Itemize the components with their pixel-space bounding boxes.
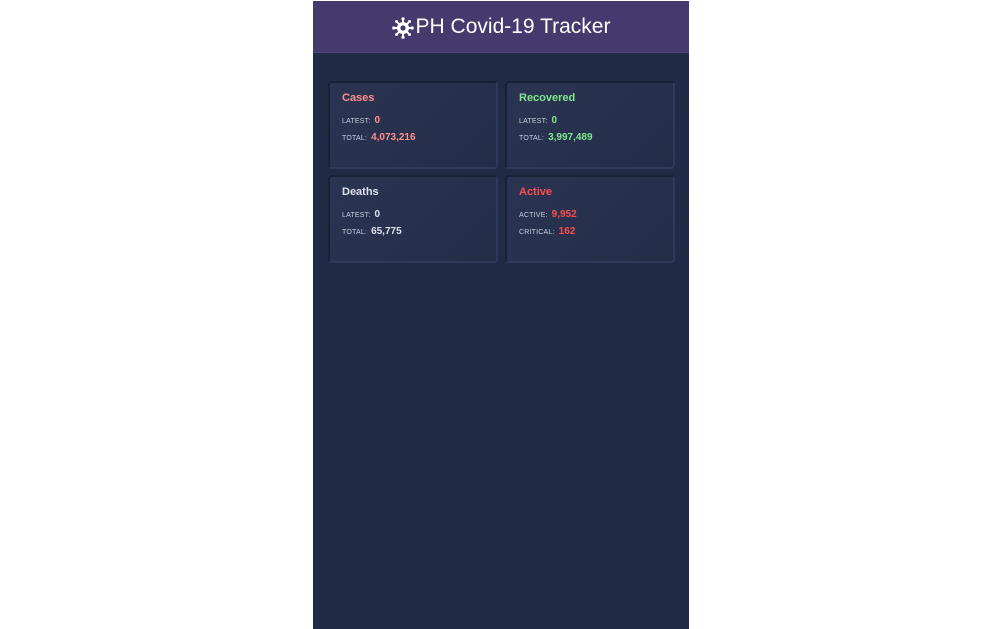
- critical-value: 162: [558, 226, 576, 237]
- cases-latest-value: 0: [374, 115, 381, 126]
- cases-card: Cases Latest: 0 Total: 4,073,216: [328, 81, 498, 169]
- recovered-total-label: Total:: [519, 135, 545, 142]
- recovered-latest-value: 0: [551, 115, 558, 126]
- deaths-card: Deaths Latest: 0 Total: 65,775: [328, 175, 498, 263]
- recovered-title: Recovered: [519, 92, 576, 104]
- deaths-latest-row: Latest: 0: [342, 209, 484, 222]
- cases-latest-row: Latest: 0: [342, 115, 484, 128]
- critical-row: Critical: 162: [519, 226, 661, 239]
- stats-grid: Cases Latest: 0 Total: 4,073,216 Recover…: [328, 81, 675, 263]
- deaths-total-row: Total: 65,775: [342, 226, 484, 239]
- cases-latest-label: Latest:: [342, 118, 371, 125]
- active-title: Active: [519, 186, 553, 198]
- virus-icon: [391, 16, 414, 39]
- deaths-total-label: Total:: [342, 229, 368, 236]
- cases-title: Cases: [342, 92, 375, 104]
- active-count-value: 9,952: [551, 209, 577, 220]
- recovered-total-value: 3,997,489: [548, 132, 593, 143]
- critical-label: Critical:: [519, 229, 555, 236]
- recovered-latest-row: Latest: 0: [519, 115, 661, 128]
- cases-total-value: 4,073,216: [371, 132, 416, 143]
- active-count-row: Active: 9,952: [519, 209, 661, 222]
- recovered-card: Recovered Latest: 0 Total: 3,997,489: [505, 81, 675, 169]
- active-count-label: Active:: [519, 212, 548, 219]
- app-container: PH Covid-19 Tracker Cases Latest: 0 Tota…: [313, 1, 689, 629]
- app-title: PH Covid-19 Tracker: [415, 14, 611, 38]
- cases-total-label: Total:: [342, 135, 368, 142]
- deaths-total-value: 65,775: [371, 226, 402, 237]
- app-header: PH Covid-19 Tracker: [313, 1, 689, 53]
- deaths-latest-label: Latest:: [342, 212, 371, 219]
- deaths-latest-value: 0: [374, 209, 381, 220]
- recovered-total-row: Total: 3,997,489: [519, 132, 661, 145]
- deaths-title: Deaths: [342, 186, 379, 198]
- active-card: Active Active: 9,952 Critical: 162: [505, 175, 675, 263]
- recovered-latest-label: Latest:: [519, 118, 548, 125]
- cases-total-row: Total: 4,073,216: [342, 132, 484, 145]
